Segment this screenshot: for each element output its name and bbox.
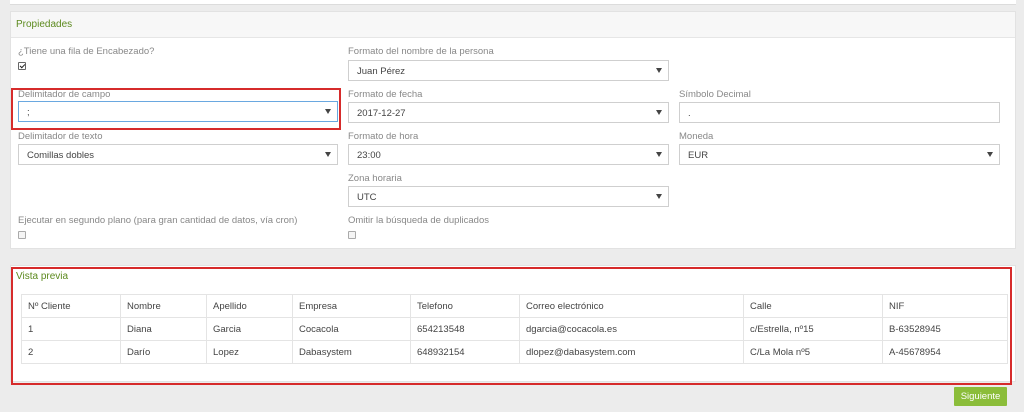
timezone-select[interactable]: UTC: [348, 186, 669, 207]
field-delimiter-select[interactable]: ;: [18, 101, 338, 122]
column-header: Calle: [743, 294, 883, 318]
table-cell: A-45678954: [882, 340, 1008, 364]
table-row: 2 Darío Lopez Dabasystem 648932154 dlope…: [21, 340, 1008, 364]
person-name-format-value: Juan Pérez: [357, 66, 406, 77]
table-cell: 1: [21, 317, 121, 341]
header-row-label: ¿Tiene una fila de Encabezado?: [18, 46, 155, 57]
table-row: 1 Diana Garcia Cocacola 654213548 dgarci…: [21, 317, 1008, 341]
date-format-label: Formato de fecha: [348, 89, 423, 100]
header-row-checkbox[interactable]: [18, 62, 26, 70]
table-cell: B-63528945: [882, 317, 1008, 341]
person-name-format-label: Formato del nombre de la persona: [348, 46, 494, 57]
time-format-select[interactable]: 23:00: [348, 144, 669, 165]
chevron-down-icon: [987, 152, 993, 157]
skip-duplicates-checkbox[interactable]: [348, 231, 356, 239]
table-cell: Garcia: [206, 317, 293, 341]
date-format-select[interactable]: 2017-12-27: [348, 102, 669, 123]
table-cell: 654213548: [410, 317, 520, 341]
chevron-down-icon: [325, 109, 331, 114]
field-delimiter-label: Delimitador de campo: [18, 89, 111, 100]
table-cell: 648932154: [410, 340, 520, 364]
column-header: Nº Cliente: [21, 294, 121, 318]
properties-panel: Propiedades ¿Tiene una fila de Encabezad…: [10, 11, 1016, 249]
preview-table: Nº Cliente Nombre Apellido Empresa Telef…: [21, 294, 1008, 364]
chevron-down-icon: [656, 110, 662, 115]
column-header: NIF: [882, 294, 1008, 318]
previous-panel-edge: [10, 0, 1016, 5]
time-format-value: 23:00: [357, 150, 381, 161]
table-header-row: Nº Cliente Nombre Apellido Empresa Telef…: [21, 294, 1008, 318]
chevron-down-icon: [656, 152, 662, 157]
timezone-label: Zona horaria: [348, 173, 402, 184]
text-delimiter-value: Comillas dobles: [27, 150, 95, 161]
decimal-symbol-label: Símbolo Decimal: [679, 89, 751, 100]
time-format-label: Formato de hora: [348, 131, 419, 142]
text-delimiter-select[interactable]: Comillas dobles: [18, 144, 338, 165]
person-name-format-select[interactable]: Juan Pérez: [348, 60, 669, 81]
column-header: Nombre: [120, 294, 207, 318]
currency-label: Moneda: [679, 131, 714, 142]
table-cell: Lopez: [206, 340, 293, 364]
timezone-value: UTC: [357, 192, 377, 203]
column-header: Correo electrónico: [519, 294, 744, 318]
background-run-checkbox[interactable]: [18, 231, 26, 239]
table-cell: Cocacola: [292, 317, 411, 341]
background-run-label: Ejecutar en segundo plano (para gran can…: [18, 215, 298, 226]
table-cell: Darío: [120, 340, 207, 364]
currency-value: EUR: [688, 150, 709, 161]
table-cell: dgarcia@cocacola.es: [519, 317, 744, 341]
table-cell: 2: [21, 340, 121, 364]
column-header: Apellido: [206, 294, 293, 318]
chevron-down-icon: [325, 152, 331, 157]
decimal-symbol-value: .: [688, 108, 691, 119]
date-format-value: 2017-12-27: [357, 108, 406, 119]
properties-header: Propiedades: [11, 12, 1015, 38]
table-cell: Diana: [120, 317, 207, 341]
table-cell: Dabasystem: [292, 340, 411, 364]
table-cell: c/Estrella, nº15: [743, 317, 883, 341]
properties-title: Propiedades: [16, 19, 73, 30]
column-header: Empresa: [292, 294, 411, 318]
field-delimiter-value: ;: [27, 107, 30, 118]
skip-duplicates-label: Omitir la búsqueda de duplicados: [348, 215, 490, 226]
chevron-down-icon: [656, 68, 662, 73]
currency-select[interactable]: EUR: [679, 144, 1000, 165]
table-cell: dlopez@dabasystem.com: [519, 340, 744, 364]
preview-title: Vista previa: [16, 271, 69, 282]
chevron-down-icon: [656, 194, 662, 199]
decimal-symbol-input[interactable]: .: [679, 102, 1000, 123]
text-delimiter-label: Delimitador de texto: [18, 131, 103, 142]
table-cell: C/La Mola nº5: [743, 340, 883, 364]
preview-panel: Vista previa Nº Cliente Nombre Apellido …: [10, 265, 1016, 382]
next-button[interactable]: Siguiente: [954, 387, 1007, 406]
column-header: Telefono: [410, 294, 520, 318]
